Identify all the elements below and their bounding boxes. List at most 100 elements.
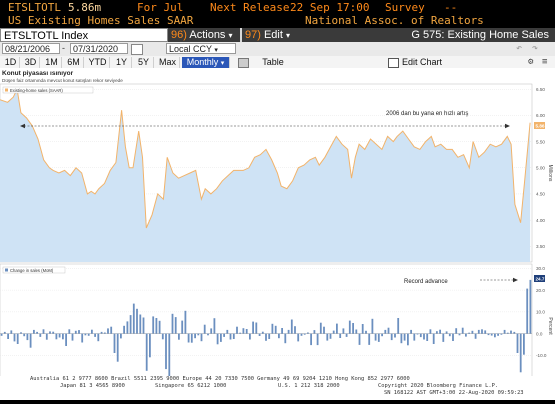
change-bar — [426, 333, 429, 341]
change-bar — [216, 333, 219, 345]
change-bar — [271, 323, 274, 334]
change-bar — [145, 333, 148, 371]
bottom-y-tick-label: -10.0 — [536, 353, 547, 358]
change-bar — [0, 333, 3, 336]
bottom-legend-swatch — [5, 268, 8, 272]
edit-chart-icon[interactable] — [388, 58, 399, 68]
change-bar — [110, 326, 113, 334]
change-bar — [213, 318, 216, 334]
change-bar — [74, 330, 77, 334]
change-bar — [29, 333, 32, 348]
change-bar — [152, 316, 155, 334]
change-bar — [365, 330, 367, 334]
change-bar — [497, 333, 499, 336]
survey-value: -- — [444, 1, 458, 14]
change-bar — [226, 329, 229, 334]
currency-select[interactable]: Local CCY ▾ — [166, 43, 236, 54]
change-bar — [36, 331, 38, 334]
settings-icon[interactable]: ⚙ — [528, 57, 533, 67]
edit-chart-button[interactable]: Edit Chart — [400, 57, 444, 68]
change-bar — [16, 333, 19, 344]
change-bar — [387, 327, 390, 334]
change-bar — [526, 288, 529, 334]
edit-menu[interactable]: 97) Edit ▾ — [242, 28, 308, 42]
change-bar — [439, 329, 441, 334]
change-bar — [477, 329, 480, 334]
change-bar — [390, 333, 393, 341]
change-bar — [81, 333, 84, 343]
change-bar — [200, 333, 203, 342]
change-bar — [116, 333, 119, 362]
period-3d-button[interactable]: 3D — [22, 57, 40, 68]
change-bar — [381, 333, 383, 337]
change-bar — [523, 333, 525, 355]
change-bar — [516, 333, 519, 353]
change-bar — [139, 314, 142, 334]
change-bar — [33, 329, 35, 334]
frequency-select[interactable]: Monthly ▾ — [182, 57, 230, 68]
change-bar — [339, 333, 342, 338]
change-bar — [278, 333, 280, 339]
calendar-icon[interactable] — [131, 44, 143, 55]
period-max-button[interactable]: Max — [156, 57, 180, 68]
change-bar — [239, 332, 242, 334]
period-5y-button[interactable]: 5Y — [134, 57, 154, 68]
change-bar — [161, 333, 164, 340]
chart-title: Konut piyasası ısınıyor — [2, 70, 74, 77]
redo-icon[interactable]: ↷ — [532, 43, 538, 54]
period-6m-button[interactable]: 6M — [64, 57, 84, 68]
change-bar — [481, 329, 483, 334]
change-bar — [510, 330, 512, 334]
change-bar — [232, 333, 235, 339]
security-source: National Assoc. of Realtors — [305, 14, 484, 27]
change-bar — [87, 333, 90, 336]
footer-japan: Japan 81 3 4565 8900 — [60, 383, 125, 389]
function-title-text: G 575: Existing Home Sales — [411, 29, 549, 41]
change-bar — [245, 329, 248, 334]
bloomberg-terminal-window: ETSLTOTL 5.86m For Jul Next Release 22 S… — [0, 0, 555, 400]
undo-icon[interactable]: ↶ — [516, 43, 522, 54]
period-1m-button[interactable]: 1M — [42, 57, 62, 68]
change-bar — [429, 329, 432, 334]
table-button[interactable]: Table — [258, 57, 288, 68]
change-bar — [187, 333, 190, 343]
change-bar — [465, 333, 467, 337]
start-date-text: 08/21/2006 — [5, 44, 51, 54]
change-bar — [307, 332, 309, 334]
period-1d-button[interactable]: 1D — [2, 57, 20, 68]
change-bar — [274, 325, 277, 334]
change-bar — [229, 333, 232, 340]
change-bar — [120, 333, 122, 339]
bottom-y-ticks: -20.0-10.00.010.020.030.0 — [536, 266, 547, 380]
security-field[interactable]: ETSLTOTL Index — [0, 28, 168, 42]
change-bar — [368, 333, 371, 345]
change-bar — [484, 330, 487, 334]
change-bar — [342, 328, 345, 334]
footer-line-1: Australia 61 2 9777 8600 Brazil 5511 239… — [30, 376, 410, 382]
annotation-bottom: Record advance — [404, 279, 448, 285]
period-ytd-button[interactable]: YTD — [86, 57, 110, 68]
top-y-tick-label: 4.50 — [536, 192, 545, 197]
change-bar — [419, 333, 422, 338]
change-bar — [397, 318, 400, 334]
change-bar — [255, 322, 258, 334]
change-bar — [142, 317, 145, 334]
chart-type-icon[interactable] — [238, 58, 249, 68]
change-bar — [500, 333, 503, 335]
change-bar — [345, 333, 348, 337]
change-bar — [210, 328, 213, 334]
start-date-field[interactable]: 08/21/2006 — [2, 43, 60, 54]
change-bar — [461, 327, 464, 334]
change-bar — [474, 333, 477, 339]
change-bar — [413, 333, 416, 341]
change-bar — [407, 333, 409, 346]
change-bar — [290, 319, 293, 334]
end-date-field[interactable]: 07/31/2020 — [70, 43, 128, 54]
actions-menu[interactable]: 96) Actions ▾ — [168, 28, 240, 42]
change-bar — [303, 333, 306, 335]
change-bar — [107, 328, 109, 334]
period-1y-button[interactable]: 1Y — [112, 57, 132, 68]
change-bar — [45, 333, 48, 340]
period-label: For Jul — [137, 1, 184, 14]
more-icon[interactable]: ≡ — [542, 57, 547, 67]
